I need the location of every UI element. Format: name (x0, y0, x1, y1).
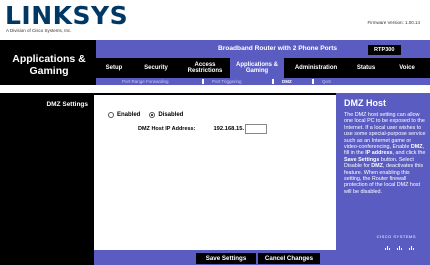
page-title: Applications & Gaming (12, 53, 86, 77)
subtab-qos[interactable]: QoS (322, 78, 331, 85)
dmz-radio-group: Enabled Disabled (108, 112, 183, 118)
help-text: The DMZ host setting can allow one local… (344, 112, 426, 195)
tab-setup[interactable]: Setup (96, 58, 132, 78)
enabled-label: Enabled (117, 112, 141, 118)
enabled-radio[interactable] (108, 112, 114, 118)
tab-access-restrictions[interactable]: Access Restrictions (180, 58, 230, 78)
tab-voice[interactable]: Voice (384, 58, 430, 78)
dmz-ip-row: DMZ Host IP Address: 192.168.15. (138, 124, 268, 134)
product-name: Broadband Router with 2 Phone Ports (218, 45, 338, 52)
subtab-separator (272, 79, 274, 84)
firmware-version: Firmware Version: 1.00.14 (367, 20, 420, 25)
dmz-ip-prefix: 192.168.15. (213, 126, 245, 132)
footer-left-block (0, 250, 94, 265)
linksys-logo: LINKSYS (5, 1, 129, 30)
subtab-dmz[interactable]: DMZ (282, 78, 292, 85)
cancel-changes-button[interactable]: Cancel Changes (258, 253, 320, 264)
disabled-radio[interactable] (149, 112, 156, 118)
sidebar-label-dmz-settings: DMZ Settings (46, 101, 88, 108)
subtab-port-triggering[interactable]: Port Triggering (212, 78, 242, 85)
main-tabs: Setup Security Access Restrictions Appli… (96, 58, 430, 78)
tab-administration[interactable]: Administration (284, 58, 348, 78)
help-title: DMZ Host (344, 98, 386, 108)
sidebar: DMZ Settings (0, 93, 94, 250)
main-content: Enabled Disabled DMZ Host IP Address: 19… (96, 95, 332, 247)
save-settings-button[interactable]: Save Settings (196, 253, 256, 264)
disabled-label: Disabled (158, 112, 184, 118)
help-panel: DMZ Host The DMZ host setting can allow … (336, 93, 430, 250)
tab-status[interactable]: Status (348, 58, 384, 78)
tab-applications-gaming[interactable]: Applications & Gaming (230, 58, 284, 78)
sub-tabs: Port Range Forwarding Port Triggering DM… (96, 78, 430, 85)
model-badge: RTP300 (368, 45, 401, 55)
subtab-separator (202, 79, 204, 84)
tab-security[interactable]: Security (132, 58, 180, 78)
logo-subtitle: A Division of Cisco Systems, Inc. (6, 28, 72, 33)
dmz-ip-label: DMZ Host IP Address: (138, 126, 196, 132)
subtab-separator (312, 79, 314, 84)
subtab-port-range-forwarding[interactable]: Port Range Forwarding (122, 78, 169, 85)
header: LINKSYS A Division of Cisco Systems, Inc… (0, 0, 430, 40)
dmz-ip-last-octet-input[interactable] (245, 124, 268, 134)
